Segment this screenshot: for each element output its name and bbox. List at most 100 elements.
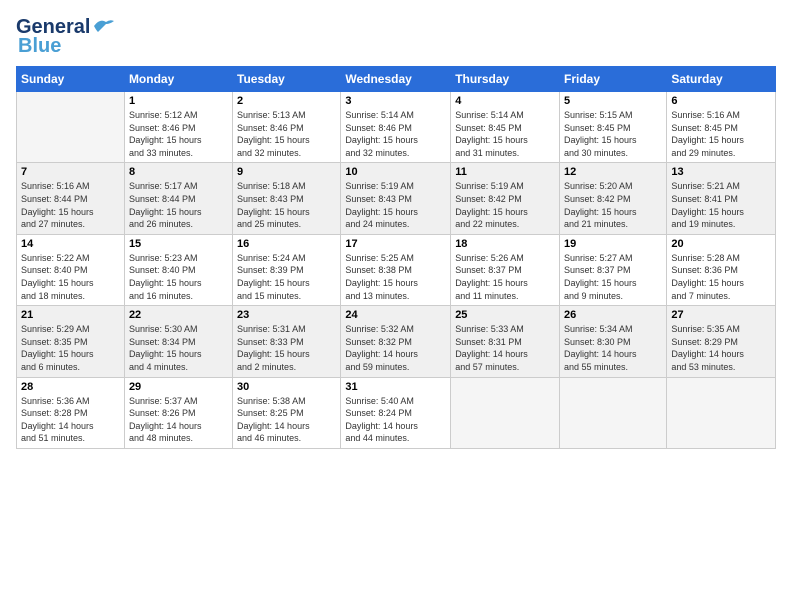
calendar-week-row: 14 Sunrise: 5:22 AM Sunset: 8:40 PM Dayli… <box>17 234 776 305</box>
calendar-cell: 19 Sunrise: 5:27 AM Sunset: 8:37 PM Dayli… <box>560 234 667 305</box>
day-info: Sunrise: 5:27 AM Sunset: 8:37 PM Dayligh… <box>564 252 662 302</box>
day-number: 20 <box>671 238 771 250</box>
day-info: Sunrise: 5:38 AM Sunset: 8:25 PM Dayligh… <box>237 395 336 445</box>
day-number: 8 <box>129 166 228 178</box>
day-number: 5 <box>564 95 662 107</box>
day-info: Sunrise: 5:16 AM Sunset: 8:44 PM Dayligh… <box>21 180 120 230</box>
calendar-cell <box>451 377 560 448</box>
calendar-cell: 14 Sunrise: 5:22 AM Sunset: 8:40 PM Dayli… <box>17 234 125 305</box>
day-info: Sunrise: 5:21 AM Sunset: 8:41 PM Dayligh… <box>671 180 771 230</box>
day-number: 14 <box>21 238 120 250</box>
day-info: Sunrise: 5:17 AM Sunset: 8:44 PM Dayligh… <box>129 180 228 230</box>
day-number: 6 <box>671 95 771 107</box>
col-monday: Monday <box>124 67 232 92</box>
calendar-cell: 7Sunrise: 5:16 AM Sunset: 8:44 PM Daylig… <box>17 163 125 234</box>
day-info: Sunrise: 5:30 AM Sunset: 8:34 PM Dayligh… <box>129 323 228 373</box>
calendar-cell: 25 Sunrise: 5:33 AM Sunset: 8:31 PM Dayli… <box>451 306 560 377</box>
calendar-cell: 1Sunrise: 5:12 AM Sunset: 8:46 PM Daylig… <box>124 92 232 163</box>
calendar-cell: 31 Sunrise: 5:40 AM Sunset: 8:24 PM Dayli… <box>341 377 451 448</box>
calendar-table: Sunday Monday Tuesday Wednesday Thursday… <box>16 66 776 449</box>
calendar-cell: 6 Sunrise: 5:16 AM Sunset: 8:45 PM Daylig… <box>667 92 776 163</box>
calendar-cell: 21 Sunrise: 5:29 AM Sunset: 8:35 PM Dayli… <box>17 306 125 377</box>
day-number: 25 <box>455 309 555 321</box>
calendar-cell: 8 Sunrise: 5:17 AM Sunset: 8:44 PM Daylig… <box>124 163 232 234</box>
day-number: 21 <box>21 309 120 321</box>
calendar-cell: 13 Sunrise: 5:21 AM Sunset: 8:41 PM Dayli… <box>667 163 776 234</box>
calendar-cell: 3 Sunrise: 5:14 AM Sunset: 8:46 PM Daylig… <box>341 92 451 163</box>
calendar-cell <box>560 377 667 448</box>
col-friday: Friday <box>560 67 667 92</box>
calendar-cell: 16 Sunrise: 5:24 AM Sunset: 8:39 PM Dayli… <box>233 234 341 305</box>
day-info: Sunrise: 5:29 AM Sunset: 8:35 PM Dayligh… <box>21 323 120 373</box>
calendar-cell: 12 Sunrise: 5:20 AM Sunset: 8:42 PM Dayli… <box>560 163 667 234</box>
calendar-cell: 15 Sunrise: 5:23 AM Sunset: 8:40 PM Dayli… <box>124 234 232 305</box>
calendar-cell: 11Sunrise: 5:19 AM Sunset: 8:42 PM Dayli… <box>451 163 560 234</box>
day-number: 11 <box>455 166 555 178</box>
logo: General Blue <box>16 16 114 58</box>
day-info: Sunrise: 5:18 AM Sunset: 8:43 PM Dayligh… <box>237 180 336 230</box>
day-info: Sunrise: 5:22 AM Sunset: 8:40 PM Dayligh… <box>21 252 120 302</box>
calendar-cell: 26 Sunrise: 5:34 AM Sunset: 8:30 PM Dayli… <box>560 306 667 377</box>
day-info: Sunrise: 5:35 AM Sunset: 8:29 PM Dayligh… <box>671 323 771 373</box>
day-info: Sunrise: 5:33 AM Sunset: 8:31 PM Dayligh… <box>455 323 555 373</box>
day-number: 17 <box>345 238 446 250</box>
day-info: Sunrise: 5:37 AM Sunset: 8:26 PM Dayligh… <box>129 395 228 445</box>
day-info: Sunrise: 5:14 AM Sunset: 8:46 PM Dayligh… <box>345 109 446 159</box>
day-info: Sunrise: 5:23 AM Sunset: 8:40 PM Dayligh… <box>129 252 228 302</box>
day-number: 15 <box>129 238 228 250</box>
calendar-cell: 29 Sunrise: 5:37 AM Sunset: 8:26 PM Dayli… <box>124 377 232 448</box>
day-number: 23 <box>237 309 336 321</box>
day-number: 24 <box>345 309 446 321</box>
header: General Blue <box>16 16 776 58</box>
day-info: Sunrise: 5:24 AM Sunset: 8:39 PM Dayligh… <box>237 252 336 302</box>
logo-bird-icon <box>92 18 114 34</box>
calendar-cell: 18 Sunrise: 5:26 AM Sunset: 8:37 PM Dayli… <box>451 234 560 305</box>
calendar-week-row: 21 Sunrise: 5:29 AM Sunset: 8:35 PM Dayli… <box>17 306 776 377</box>
day-info: Sunrise: 5:13 AM Sunset: 8:46 PM Dayligh… <box>237 109 336 159</box>
calendar-week-row: 28Sunrise: 5:36 AM Sunset: 8:28 PM Dayli… <box>17 377 776 448</box>
day-number: 31 <box>345 381 446 393</box>
day-info: Sunrise: 5:15 AM Sunset: 8:45 PM Dayligh… <box>564 109 662 159</box>
day-info: Sunrise: 5:20 AM Sunset: 8:42 PM Dayligh… <box>564 180 662 230</box>
calendar-cell: 24 Sunrise: 5:32 AM Sunset: 8:32 PM Dayli… <box>341 306 451 377</box>
calendar-cell: 10Sunrise: 5:19 AM Sunset: 8:43 PM Dayli… <box>341 163 451 234</box>
day-number: 16 <box>237 238 336 250</box>
day-info: Sunrise: 5:32 AM Sunset: 8:32 PM Dayligh… <box>345 323 446 373</box>
day-info: Sunrise: 5:26 AM Sunset: 8:37 PM Dayligh… <box>455 252 555 302</box>
day-info: Sunrise: 5:31 AM Sunset: 8:33 PM Dayligh… <box>237 323 336 373</box>
day-number: 29 <box>129 381 228 393</box>
calendar-cell: 2 Sunrise: 5:13 AM Sunset: 8:46 PM Daylig… <box>233 92 341 163</box>
day-info: Sunrise: 5:16 AM Sunset: 8:45 PM Dayligh… <box>671 109 771 159</box>
calendar-week-row: 7Sunrise: 5:16 AM Sunset: 8:44 PM Daylig… <box>17 163 776 234</box>
day-number: 27 <box>671 309 771 321</box>
calendar-cell: 17 Sunrise: 5:25 AM Sunset: 8:38 PM Dayli… <box>341 234 451 305</box>
calendar-cell: 23 Sunrise: 5:31 AM Sunset: 8:33 PM Dayli… <box>233 306 341 377</box>
calendar-header-row: Sunday Monday Tuesday Wednesday Thursday… <box>17 67 776 92</box>
col-tuesday: Tuesday <box>233 67 341 92</box>
calendar-cell: 30 Sunrise: 5:38 AM Sunset: 8:25 PM Dayli… <box>233 377 341 448</box>
day-info: Sunrise: 5:40 AM Sunset: 8:24 PM Dayligh… <box>345 395 446 445</box>
day-number: 2 <box>237 95 336 107</box>
col-sunday: Sunday <box>17 67 125 92</box>
day-number: 3 <box>345 95 446 107</box>
day-info: Sunrise: 5:12 AM Sunset: 8:46 PM Dayligh… <box>129 109 228 159</box>
col-saturday: Saturday <box>667 67 776 92</box>
day-number: 12 <box>564 166 662 178</box>
calendar-week-row: 1Sunrise: 5:12 AM Sunset: 8:46 PM Daylig… <box>17 92 776 163</box>
day-info: Sunrise: 5:14 AM Sunset: 8:45 PM Dayligh… <box>455 109 555 159</box>
day-info: Sunrise: 5:36 AM Sunset: 8:28 PM Dayligh… <box>21 395 120 445</box>
calendar-cell: 20 Sunrise: 5:28 AM Sunset: 8:36 PM Dayli… <box>667 234 776 305</box>
day-number: 22 <box>129 309 228 321</box>
day-number: 9 <box>237 166 336 178</box>
day-info: Sunrise: 5:28 AM Sunset: 8:36 PM Dayligh… <box>671 252 771 302</box>
day-number: 18 <box>455 238 555 250</box>
calendar-cell: 5 Sunrise: 5:15 AM Sunset: 8:45 PM Daylig… <box>560 92 667 163</box>
day-info: Sunrise: 5:34 AM Sunset: 8:30 PM Dayligh… <box>564 323 662 373</box>
calendar-cell: 4Sunrise: 5:14 AM Sunset: 8:45 PM Daylig… <box>451 92 560 163</box>
day-number: 13 <box>671 166 771 178</box>
day-number: 30 <box>237 381 336 393</box>
day-number: 26 <box>564 309 662 321</box>
day-number: 19 <box>564 238 662 250</box>
col-wednesday: Wednesday <box>341 67 451 92</box>
day-info: Sunrise: 5:25 AM Sunset: 8:38 PM Dayligh… <box>345 252 446 302</box>
